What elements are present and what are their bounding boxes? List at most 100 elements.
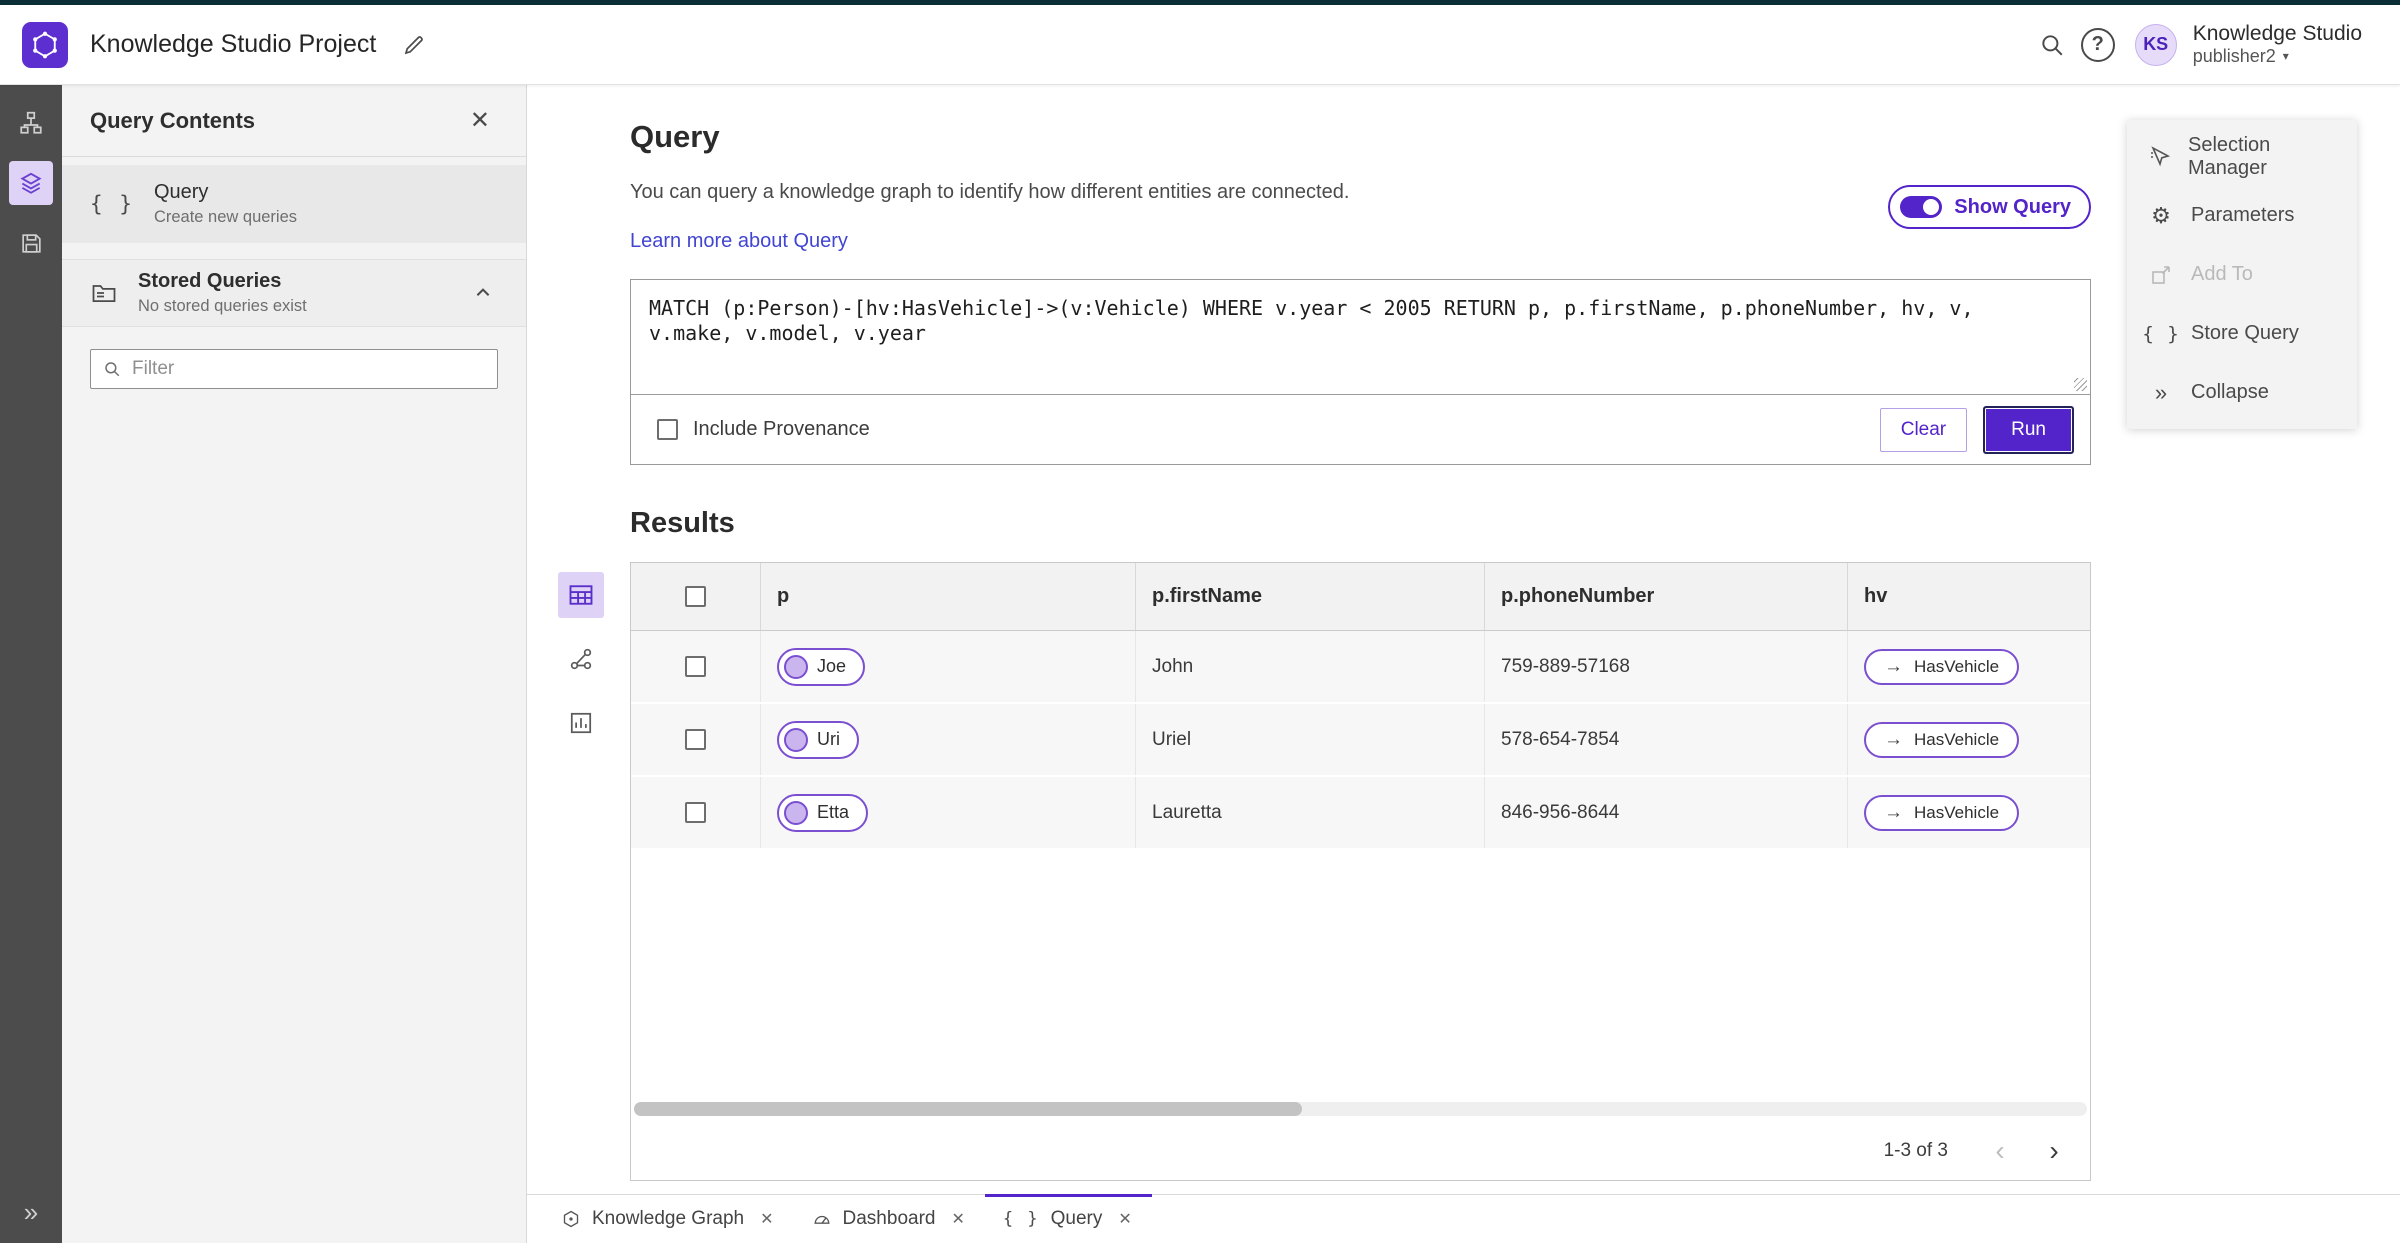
selection-manager-icon (2147, 145, 2172, 169)
query-list-item[interactable]: { } Query Create new queries (62, 165, 526, 243)
collapse-section-button[interactable] (468, 278, 498, 308)
cell-first-name: Uriel (1136, 704, 1485, 775)
selection-manager-button[interactable]: Selection Manager (2127, 127, 2357, 186)
scrollbar-thumb[interactable] (634, 1102, 1303, 1116)
entity-label: Uri (817, 729, 840, 749)
close-tab-button[interactable]: ✕ (758, 1207, 775, 1231)
run-button[interactable]: Run (1983, 405, 2074, 454)
entity-pill[interactable]: Joe (777, 647, 866, 686)
search-icon (105, 362, 120, 377)
account-info[interactable]: Knowledge Studio publisher2 ▾ (2193, 22, 2362, 67)
include-provenance-option: Include Provenance (657, 418, 870, 441)
avatar[interactable]: KS (2134, 23, 2177, 66)
relationship-label: HasVehicle (1914, 656, 2000, 676)
store-query-label: Store Query (2191, 322, 2299, 344)
query-tools-panel: Selection Manager ⚙ Parameters Add To {… (2127, 120, 2357, 429)
close-icon: ✕ (760, 1211, 774, 1228)
results-view-toolbar (558, 572, 604, 746)
help-button[interactable]: ? (2075, 22, 2121, 68)
app-logo[interactable] (22, 21, 68, 68)
relationship-pill[interactable]: → HasVehicle (1864, 721, 2020, 758)
results-title: Results (630, 507, 735, 539)
arrow-right-icon: → (1884, 655, 1903, 677)
add-to-button[interactable]: Add To (2127, 245, 2357, 304)
table-pagination: 1-3 of 3 ‹ › (631, 1122, 2090, 1180)
selection-manager-label: Selection Manager (2188, 133, 2271, 179)
query-textarea[interactable]: MATCH (p:Person)-[hv:HasVehicle]->(v:Veh… (631, 280, 2090, 394)
project-title: Knowledge Studio Project (90, 30, 377, 58)
chart-icon (570, 712, 592, 734)
query-contents-panel: Query Contents ✕ { } Query Create new qu… (62, 85, 527, 1243)
layers-icon (20, 172, 42, 194)
parameters-button[interactable]: ⚙ Parameters (2127, 186, 2357, 245)
store-query-button[interactable]: { } Store Query (2127, 304, 2357, 363)
horizontal-scrollbar[interactable] (634, 1102, 2087, 1116)
rail-data-model-button[interactable] (9, 101, 53, 145)
query-description: You can query a knowledge graph to ident… (630, 181, 1350, 203)
chart-view-button[interactable] (558, 700, 604, 746)
table-view-button[interactable] (558, 572, 604, 618)
close-panel-button[interactable]: ✕ (462, 102, 498, 139)
stored-queries-section[interactable]: Stored Queries No stored queries exist (62, 259, 526, 327)
relationship-pill[interactable]: → HasVehicle (1864, 794, 2020, 831)
link-chart-icon (570, 648, 592, 670)
column-header-firstname[interactable]: p.firstName (1136, 563, 1485, 630)
chevron-up-icon (476, 288, 490, 296)
toggle-on-icon (1900, 196, 1943, 218)
column-header-p[interactable]: p (761, 563, 1136, 630)
query-item-label: Query (153, 181, 209, 203)
filter-input[interactable] (132, 358, 485, 380)
parameters-label: Parameters (2191, 204, 2295, 226)
arrow-right-icon: → (1884, 801, 1903, 823)
cell-phone-number: 759-889-57168 (1485, 631, 1848, 702)
show-query-toggle[interactable]: Show Query (1888, 185, 2091, 229)
edit-title-button[interactable] (396, 27, 432, 63)
close-icon: ✕ (1118, 1211, 1132, 1228)
expand-rail-button[interactable]: » (14, 1195, 48, 1229)
tab-dashboard[interactable]: Dashboard ✕ (794, 1195, 985, 1243)
include-provenance-label: Include Provenance (693, 418, 870, 440)
tab-query[interactable]: { } Query ✕ (984, 1194, 1152, 1243)
close-tab-button[interactable]: ✕ (1116, 1207, 1133, 1231)
add-to-icon (2147, 263, 2175, 287)
main-content: Query You can query a knowledge graph to… (527, 85, 2400, 1194)
left-icon-rail: » (0, 85, 62, 1243)
cell-phone-number: 578-654-7854 (1485, 704, 1848, 775)
collapse-label: Collapse (2191, 381, 2269, 403)
entity-label: Etta (817, 802, 850, 822)
select-all-checkbox[interactable] (685, 586, 706, 607)
save-icon (21, 233, 41, 253)
previous-page-button[interactable]: ‹ (1982, 1133, 2018, 1169)
tab-knowledge-graph[interactable]: Knowledge Graph ✕ (543, 1195, 794, 1243)
include-provenance-checkbox[interactable] (657, 419, 678, 440)
entity-pill[interactable]: Uri (777, 720, 859, 759)
row-checkbox[interactable] (685, 802, 706, 823)
hexagon-network-icon (33, 31, 57, 58)
rail-contents-button[interactable] (9, 161, 53, 205)
collapse-panel-button[interactable]: » Collapse (2127, 363, 2357, 422)
learn-more-link[interactable]: Learn more about Query (630, 230, 848, 253)
arrow-right-icon: → (1884, 728, 1903, 750)
double-chevron-right-icon: » (23, 1197, 39, 1227)
folder-icon (92, 285, 116, 303)
search-button[interactable] (2029, 22, 2075, 68)
rail-save-button[interactable] (9, 221, 53, 265)
query-item-sublabel: Create new queries (153, 208, 298, 226)
close-tab-button[interactable]: ✕ (949, 1207, 966, 1231)
relationship-pill[interactable]: → HasVehicle (1864, 648, 2020, 685)
entity-label: Joe (817, 656, 847, 676)
next-page-button[interactable]: › (2036, 1133, 2072, 1169)
pencil-icon (405, 35, 424, 54)
row-checkbox[interactable] (685, 729, 706, 750)
link-chart-view-button[interactable] (558, 636, 604, 682)
column-header-phonenumber[interactable]: p.phoneNumber (1485, 563, 1848, 630)
bottom-tab-bar: Knowledge Graph ✕ Dashboard ✕ { } Query (527, 1194, 2400, 1243)
row-checkbox[interactable] (685, 656, 706, 677)
stored-queries-filter (90, 349, 498, 389)
stored-queries-sublabel: No stored queries exist (138, 297, 307, 315)
clear-button[interactable]: Clear (1879, 407, 1968, 452)
table-row: Uri Uriel 578-654-7854 → HasVehicle (631, 704, 2090, 777)
entity-pill[interactable]: Etta (777, 793, 869, 832)
pagination-info: 1-3 of 3 (1883, 1140, 1948, 1161)
column-header-hv[interactable]: hv (1848, 563, 2090, 630)
